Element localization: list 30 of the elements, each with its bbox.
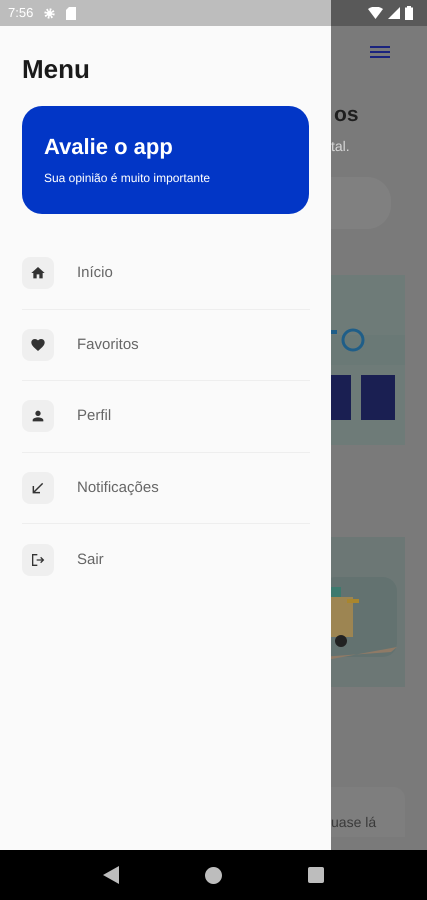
rate-card-subtitle: Sua opinião é muito importante [44, 170, 212, 187]
menu-icon[interactable] [370, 44, 390, 60]
menu-item-label: Favoritos [77, 334, 139, 354]
menu-item-label: Perfil [77, 406, 112, 426]
battery-icon [405, 6, 413, 20]
status-time: 7:56 [8, 4, 34, 22]
menu-item-label: Sair [77, 550, 104, 570]
menu-item[interactable]: Perfil [22, 400, 112, 432]
rate-app-card[interactable]: Avalie o app Sua opinião é muito importante [22, 106, 309, 214]
person-icon [30, 408, 46, 424]
menu-item-label: Notificações [77, 478, 159, 498]
menu-item-label: Início [77, 263, 113, 283]
menu-item[interactable]: Sair [22, 544, 104, 576]
menu-item[interactable]: Início [22, 257, 113, 290]
home-button-icon[interactable] [205, 866, 222, 884]
menu-item[interactable]: Favoritos [22, 328, 139, 361]
gear-icon [43, 6, 56, 20]
menu-item[interactable]: Notificações [22, 472, 159, 504]
home-icon [30, 265, 46, 282]
card-text: uase lá [331, 813, 376, 832]
drawer-title: Menu [22, 56, 90, 82]
page-heading: os [333, 104, 360, 125]
wifi-icon [368, 7, 383, 19]
back-icon[interactable] [103, 866, 119, 884]
page-text: tal. [331, 139, 351, 153]
heart-icon [30, 336, 46, 353]
signal-icon [388, 7, 400, 19]
logout-icon [30, 552, 46, 568]
sd-card-icon [66, 6, 76, 20]
rate-card-title: Avalie o app [44, 133, 174, 161]
